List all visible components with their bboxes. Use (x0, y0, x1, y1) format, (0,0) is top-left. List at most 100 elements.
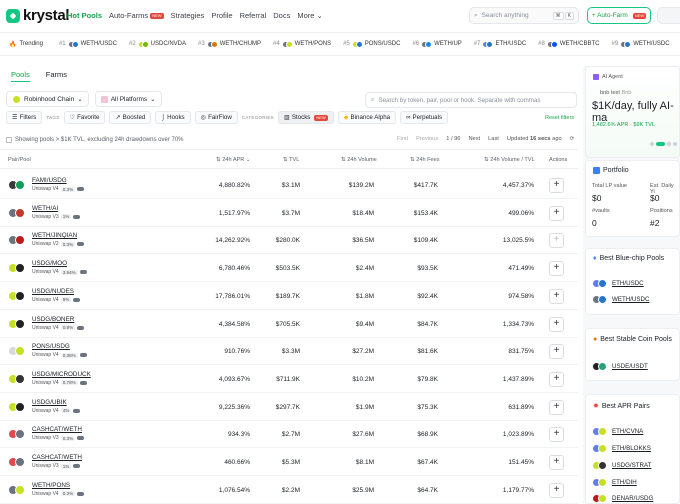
table-row[interactable]: CASHCAT/WETH Uniswap V3 0.3% 934.3% $2.7M $27… (0, 421, 578, 449)
add-liquidity-button[interactable]: + (549, 261, 564, 277)
showing-filter[interactable]: Showing pools > $1K TVL, excluding 24h d… (6, 137, 184, 143)
nav-docs[interactable]: Docs (273, 11, 290, 20)
add-liquidity-button[interactable]: + (549, 205, 564, 221)
chain-select[interactable]: Robinhood Chain ⌄ (6, 91, 89, 107)
table-row[interactable]: USDG/BONER Uniswap V4 0.9% 4,384.58% $705.5K… (0, 311, 578, 338)
pair-name[interactable]: CASHCAT/WETH (32, 454, 82, 461)
pair-name[interactable]: FAMI/USDG (32, 177, 67, 184)
table-row[interactable]: USDG/MICRODUCK Uniswap V4 0.78% 4,093.67% $7… (0, 366, 578, 393)
filters-button[interactable]: ☰ Filters (6, 111, 43, 124)
token-pair-icon (8, 290, 26, 303)
trending-item[interactable]: #6 WETH/UP (412, 40, 462, 48)
add-liquidity-button[interactable]: + (549, 427, 564, 443)
add-liquidity-button[interactable]: + (549, 371, 564, 387)
carousel-dots[interactable] (650, 142, 677, 146)
nav-more[interactable]: More ⌄ (297, 11, 322, 20)
table-row[interactable]: WETH/PONS Uniswap V4 0.3% 1,076.54% $2.2M $25… (0, 477, 578, 504)
trending-item[interactable]: #7 ETH/USDC (474, 40, 526, 48)
trending-item[interactable]: #4 WETH/PONS (273, 40, 331, 48)
bluechip-item[interactable]: ETH/USDC (592, 279, 644, 288)
pair-name[interactable]: WETH/PONS (32, 482, 70, 489)
category-stocks[interactable]: ▥ Stocks NEW (277, 111, 334, 124)
add-liquidity-button[interactable]: + (549, 178, 564, 193)
trending-item[interactable]: #8 WETH/CBBTC (538, 40, 600, 48)
add-liquidity-button[interactable]: + (549, 455, 564, 470)
tag-hooks[interactable]: ⌡ Hooks (155, 111, 191, 124)
tag-fairflow[interactable]: ◎ FairFlow (194, 111, 238, 124)
add-liquidity-button[interactable]: + (549, 233, 564, 249)
ratio-cell: 831.75% (508, 348, 534, 356)
carousel-dot[interactable] (673, 142, 677, 146)
pair-name[interactable]: USDG/NUDES (32, 288, 74, 295)
table-row[interactable]: PONS/USDG Uniswap V4 0.36% 910.76% $3.3M $27.… (0, 338, 578, 366)
pair-name[interactable]: PONS/USDG (32, 343, 70, 350)
add-liquidity-button[interactable]: + (549, 482, 564, 498)
header-ratio[interactable]: ⇅ 24h Volume / TVL (484, 157, 535, 163)
table-row[interactable]: FAMI/USDG Uniswap V4 0.3% 4,880.82% $3.1M $13… (0, 172, 578, 199)
table-row[interactable]: USDG/NUDES Uniswap V4 5% 17,786.01% $189.7K $… (0, 283, 578, 310)
logo[interactable]: krystal (6, 7, 70, 24)
platform-select[interactable]: All Platforms ⌄ (94, 91, 162, 107)
pager-next[interactable]: Next (468, 136, 480, 142)
pager-previous[interactable]: Previous (416, 136, 438, 142)
category-binance-alpha[interactable]: ◆ Binance Alpha (337, 111, 397, 124)
add-liquidity-button[interactable]: + (549, 316, 564, 332)
pool-meta: Uniswap V4 4% (32, 408, 81, 414)
header-fees[interactable]: ⇅ 24h Fees (410, 157, 440, 163)
best-apr-item[interactable]: ETH/BLOKKS (592, 444, 651, 453)
bluechip-item[interactable]: WETH/USDC (592, 295, 649, 304)
carousel-dot[interactable] (650, 142, 654, 146)
pair-name[interactable]: USDG/MOO (32, 260, 67, 267)
wallet-button[interactable] (657, 7, 680, 24)
table-row[interactable]: WETH/JINQIAN Uniswap V2 0.3% 14,262.92% $280… (0, 227, 578, 255)
global-search-input[interactable]: ⌕ Search anything ⌘ K (469, 7, 579, 24)
nav-strategies[interactable]: Strategies (171, 11, 205, 20)
table-row[interactable]: CASHCAT/WETH Uniswap V3 1% 460.66% $5.3M $8.1… (0, 449, 578, 476)
tab-pools[interactable]: Pools (11, 70, 30, 82)
header-volume[interactable]: ⇅ 24h Volume (341, 157, 377, 163)
pair-name[interactable]: WETH/JINQIAN (32, 232, 77, 239)
pool-search-input[interactable]: ⌕ Search by token, pair, pool or hook. S… (365, 92, 577, 108)
refresh-icon[interactable]: ⟳ (570, 136, 575, 142)
pair-name[interactable]: WETH/AI (32, 205, 58, 212)
trending-item[interactable]: #1 WETH/USDC (59, 40, 117, 48)
apr-cell: 1,076.54% (218, 486, 250, 494)
showing-checkbox[interactable] (6, 137, 12, 143)
best-apr-pair: DENAR/USDG (612, 495, 654, 502)
pair-name[interactable]: USDG/UBIK (32, 399, 67, 406)
pair-name[interactable]: USDG/BONER (32, 316, 74, 323)
pair-name[interactable]: USDG/MICRODUCK (32, 371, 91, 378)
add-liquidity-button[interactable]: + (549, 344, 564, 360)
trending-item[interactable]: #2 USDC/NVDA (129, 40, 186, 48)
add-liquidity-button[interactable]: + (549, 288, 564, 304)
nav-profile[interactable]: Profile (211, 11, 232, 20)
auto-farm-button[interactable]: + Auto-Farm NEW (587, 7, 651, 24)
tag-boosted[interactable]: ↗ Boosted (109, 111, 152, 124)
trending-item[interactable]: #9 WETH/USDC (612, 40, 670, 48)
carousel-dot[interactable] (656, 142, 665, 146)
pager-last[interactable]: Last (488, 136, 499, 142)
header-tvl[interactable]: ⇅ TVL (283, 157, 299, 163)
best-apr-item[interactable]: DENAR/USDG (592, 494, 653, 503)
best-apr-item[interactable]: ETH/CVNA (592, 427, 643, 436)
table-row[interactable]: WETH/AI Uniswap V3 1% 1,517.97% $3.7M $18.4M $… (0, 200, 578, 227)
nav-auto-farms[interactable]: Auto-Farms NEW (109, 11, 164, 20)
carousel-dot[interactable] (667, 142, 671, 146)
category-perpetuals[interactable]: ∞ Perpetuals (400, 111, 449, 124)
nav-hot-pools[interactable]: Hot Pools (67, 11, 102, 20)
reset-filters-link[interactable]: Reset filters (545, 115, 574, 121)
add-liquidity-button[interactable]: + (549, 399, 564, 415)
tag-favorite[interactable]: ♡ Favorite (63, 111, 106, 124)
pair-name[interactable]: CASHCAT/WETH (32, 426, 82, 433)
header-apr[interactable]: ⇅ 24h APR ⌄ (216, 157, 251, 163)
tab-farms[interactable]: Farms (46, 70, 67, 82)
stable-item[interactable]: USDE/USDT (592, 362, 648, 371)
pager-first[interactable]: First (397, 136, 408, 142)
trending-item[interactable]: #3 WETH/CHUMP (198, 40, 261, 48)
best-apr-item[interactable]: USDG/STRAT (592, 461, 651, 470)
table-row[interactable]: USDG/UBIK Uniswap V4 4% 9,225.36% $297.7K $1.… (0, 394, 578, 421)
best-apr-item[interactable]: ETH/DIH (592, 478, 637, 487)
trending-item[interactable]: #5 PONS/USDC (343, 40, 400, 48)
nav-referral[interactable]: Referral (240, 11, 267, 20)
table-row[interactable]: USDG/MOO Uniswap V4 3.94% 6,780.46% $503.5K $… (0, 255, 578, 283)
